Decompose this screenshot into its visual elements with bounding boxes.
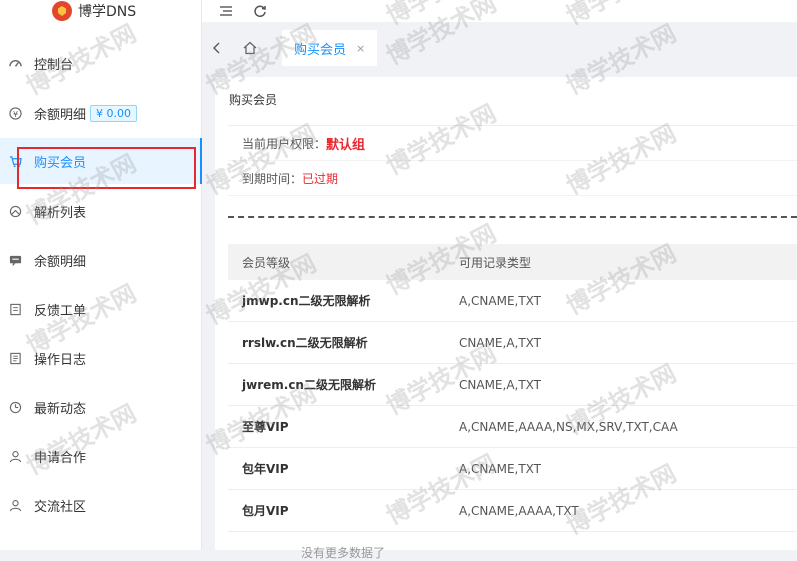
dns-icon [8, 204, 22, 218]
table-row[interactable]: 包月VIP A,CNAME,AAAA,TXT [228, 490, 797, 532]
permission-label: 当前用户权限： [242, 136, 327, 151]
user-icon [8, 449, 22, 463]
column-header-types: 可用记录类型 [459, 255, 532, 270]
main-panel: 购买会员 当前用户权限： 默认组 到期时间： 已过期 会员等级 可用记录类型 j… [215, 77, 797, 560]
menu-collapse-icon[interactable] [216, 1, 236, 21]
membership-level: 包年VIP [242, 462, 289, 476]
sidebar-item-dns-list[interactable]: 解析列表 [0, 188, 202, 234]
balance-badge: ¥ 0.00 [90, 104, 138, 122]
sidebar-item-latest-news[interactable]: 最新动态 [0, 384, 202, 430]
brand[interactable]: 博学DNS [0, 0, 201, 22]
table-header: 会员等级 可用记录类型 [228, 244, 797, 280]
column-header-level: 会员等级 [242, 255, 291, 270]
table-row[interactable]: jmwp.cn二级无限解析 A,CNAME,TXT [228, 280, 797, 322]
table-row[interactable]: jwrem.cn二级无限解析 CNAME,A,TXT [228, 364, 797, 406]
sidebar-item-apply-cooperation[interactable]: 申请合作 [0, 433, 202, 479]
sidebar-item-feedback-ticket[interactable]: 反馈工单 [0, 286, 202, 332]
tab-buy-membership[interactable]: 购买会员 × [282, 30, 378, 66]
log-icon [8, 351, 22, 365]
sidebar-item-community[interactable]: 交流社区 [0, 482, 202, 528]
logo-icon [52, 1, 72, 21]
permission-row: 当前用户权限： 默认组 [228, 126, 797, 161]
ticket-icon [8, 302, 22, 316]
divider [228, 216, 797, 218]
table-row[interactable]: 至尊VIP A,CNAME,AAAA,NS,MX,SRV,TXT,CAA [228, 406, 797, 448]
sidebar-item-label: 操作日志 [34, 352, 87, 368]
svg-text:¥: ¥ [12, 108, 17, 118]
refresh-icon[interactable] [250, 1, 270, 21]
sidebar-item-label: 交流社区 [34, 499, 87, 515]
membership-level: rrslw.cn二级无限解析 [242, 336, 368, 350]
tab-bar: 购买会员 × [202, 30, 797, 66]
dashboard-icon [8, 56, 22, 70]
news-icon [8, 400, 22, 414]
record-types: A,CNAME,AAAA,NS,MX,SRV,TXT,CAA [459, 419, 678, 434]
record-types: A,CNAME,AAAA,TXT [459, 503, 579, 518]
account-info: 当前用户权限： 默认组 到期时间： 已过期 [228, 125, 797, 196]
table-row[interactable]: rrslw.cn二级无限解析 CNAME,A,TXT [228, 322, 797, 364]
top-bar [202, 0, 797, 22]
record-types: CNAME,A,TXT [459, 377, 542, 392]
sidebar: 博学DNS 控制台 ¥ 余额明细 ¥ 0.00 购买会员 解析列表 余额明细 反… [0, 0, 202, 550]
tab-scroll-left-icon[interactable] [202, 30, 232, 66]
sidebar-item-label: 解析列表 [34, 205, 87, 221]
yen-icon: ¥ [8, 106, 22, 120]
sidebar-item-label: 余额明细 [34, 254, 87, 270]
message-icon [8, 253, 22, 267]
sidebar-item-balance-detail[interactable]: 余额明细 [0, 237, 202, 283]
brand-name: 博学DNS [78, 4, 137, 20]
membership-level: jmwp.cn二级无限解析 [242, 294, 371, 308]
expiry-row: 到期时间： 已过期 [228, 161, 797, 196]
sidebar-item-dashboard[interactable]: 控制台 [0, 40, 202, 86]
sidebar-item-operation-log[interactable]: 操作日志 [0, 335, 202, 381]
sidebar-item-label: 控制台 [34, 57, 74, 73]
community-icon [8, 498, 22, 512]
sidebar-item-label: 反馈工单 [34, 303, 87, 319]
permission-value: 默认组 [326, 137, 366, 153]
membership-level: 至尊VIP [242, 420, 289, 434]
sidebar-item-label: 余额明细 [34, 107, 87, 123]
tab-label: 购买会员 [294, 42, 347, 58]
expiry-value: 已过期 [302, 171, 339, 186]
expiry-label: 到期时间： [242, 171, 303, 186]
membership-level: jwrem.cn二级无限解析 [242, 378, 376, 392]
record-types: A,CNAME,TXT [459, 293, 542, 308]
page-title: 购买会员 [229, 93, 278, 107]
sidebar-item-label: 申请合作 [34, 450, 87, 466]
membership-level: 包月VIP [242, 504, 289, 518]
membership-table: 会员等级 可用记录类型 jmwp.cn二级无限解析 A,CNAME,TXT rr… [228, 244, 797, 532]
home-icon[interactable] [232, 30, 268, 66]
sidebar-item-label: 最新动态 [34, 401, 87, 417]
close-icon[interactable]: × [356, 42, 365, 55]
record-types: CNAME,A,TXT [459, 335, 542, 350]
empty-text: 没有更多数据了 [301, 546, 386, 560]
highlight-box [17, 147, 196, 189]
record-types: A,CNAME,TXT [459, 461, 542, 476]
table-row[interactable]: 包年VIP A,CNAME,TXT [228, 448, 797, 490]
sidebar-item-balance[interactable]: ¥ 余额明细 ¥ 0.00 [0, 90, 202, 136]
